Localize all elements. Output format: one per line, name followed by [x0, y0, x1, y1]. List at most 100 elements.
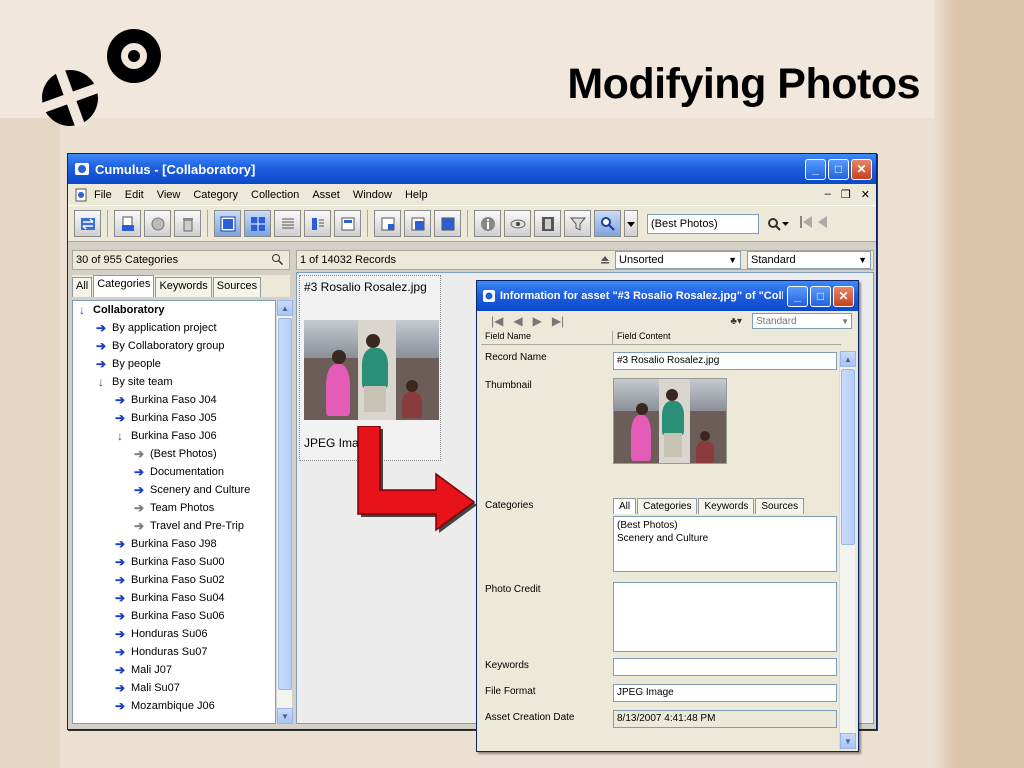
last-record-icon[interactable]: ▶| [552, 314, 564, 328]
find-icon[interactable] [594, 210, 621, 237]
tree-item[interactable]: ➔ Burkina Faso J05 [73, 409, 275, 427]
mdi-minimize-button[interactable]: – [825, 188, 831, 201]
saved-search-field[interactable]: (Best Photos) [647, 213, 759, 234]
connect-icon[interactable] [74, 210, 101, 237]
window-large-icon[interactable] [434, 210, 461, 237]
tree-item[interactable]: ➔ Scenery and Culture [73, 481, 275, 499]
window-medium-icon[interactable] [404, 210, 431, 237]
collapsed-arrow-icon[interactable]: ➔ [96, 357, 106, 371]
collapsed-arrow-icon[interactable]: ➔ [115, 537, 125, 551]
expanded-arrow-icon[interactable]: ↓ [115, 429, 125, 443]
dialog-scroll-down-button[interactable]: ▼ [840, 733, 856, 749]
tree-item[interactable]: ➔ Mali Su07 [73, 679, 275, 697]
menu-category[interactable]: Category [193, 189, 238, 201]
collapsed-arrow-icon[interactable]: ➔ [134, 501, 144, 515]
menu-collection[interactable]: Collection [251, 189, 299, 201]
tree-item[interactable]: ➔ (Best Photos) [73, 445, 275, 463]
tree-item[interactable]: ➔ Documentation [73, 463, 275, 481]
collapsed-arrow-icon[interactable]: ➔ [115, 699, 125, 713]
collapsed-arrow-icon[interactable]: ➔ [115, 411, 125, 425]
scroll-thumb[interactable] [278, 318, 292, 690]
category-entry[interactable]: (Best Photos) [617, 519, 833, 532]
menu-window[interactable]: Window [353, 189, 392, 201]
dialog-tab-keywords[interactable]: Keywords [698, 498, 755, 514]
collapsed-arrow-icon[interactable]: ➔ [115, 681, 125, 695]
categories-list[interactable]: (Best Photos) Scenery and Culture [613, 516, 837, 572]
expanded-arrow-icon[interactable]: ↓ [77, 303, 87, 317]
photo-credit-field[interactable] [613, 582, 837, 652]
keywords-field[interactable] [613, 658, 837, 676]
view-record-icon[interactable] [334, 210, 361, 237]
collapsed-arrow-icon[interactable]: ➔ [115, 663, 125, 677]
sort-direction-icon[interactable] [599, 253, 611, 268]
expanded-arrow-icon[interactable]: ↓ [96, 375, 106, 389]
tree-item[interactable]: ➔ Burkina Faso Su04 [73, 589, 275, 607]
menu-edit[interactable]: Edit [125, 189, 144, 201]
category-search-icon[interactable] [271, 253, 285, 268]
trash-icon[interactable] [174, 210, 201, 237]
tree-item[interactable]: ➔ Burkina Faso Su06 [73, 607, 275, 625]
view-split-icon[interactable] [244, 210, 271, 237]
collapsed-arrow-icon[interactable]: ➔ [115, 627, 125, 641]
film-icon[interactable] [534, 210, 561, 237]
scroll-down-button[interactable]: ▼ [277, 708, 293, 724]
first-record-icon[interactable] [799, 213, 813, 234]
info-icon[interactable] [474, 210, 501, 237]
first-record-icon[interactable]: |◀ [491, 314, 503, 328]
tree-item[interactable]: ➔ Team Photos [73, 499, 275, 517]
tree-item[interactable]: ➔ Honduras Su07 [73, 643, 275, 661]
find-dropdown-icon[interactable] [624, 210, 638, 237]
tab-keywords[interactable]: Keywords [155, 277, 212, 297]
print-icon[interactable] [114, 210, 141, 237]
tree-item[interactable]: ➔ Burkina Faso J98 [73, 535, 275, 553]
category-entry[interactable]: Scenery and Culture [617, 532, 833, 545]
user-icon[interactable]: ♣▾ [730, 316, 742, 327]
dialog-tab-all[interactable]: All [613, 498, 637, 514]
collapsed-arrow-icon[interactable]: ➔ [115, 555, 125, 569]
tree-item[interactable]: ➔ By application project [73, 319, 275, 337]
collapsed-arrow-icon[interactable]: ➔ [115, 591, 125, 605]
collapsed-arrow-icon[interactable]: ➔ [134, 447, 144, 461]
menu-view[interactable]: View [157, 189, 181, 201]
dialog-scrollbar[interactable]: ▲ ▼ [839, 351, 856, 749]
tree-item[interactable]: ➔ Mozambique J06 [73, 697, 275, 715]
prev-record-icon[interactable]: ◀ [513, 314, 522, 328]
asset-thumbnail[interactable] [304, 320, 439, 420]
maximize-button[interactable]: □ [828, 158, 849, 180]
tree-item[interactable]: ➔ Burkina Faso J04 [73, 391, 275, 409]
dialog-tab-sources[interactable]: Sources [755, 498, 805, 514]
view-list-icon[interactable] [274, 210, 301, 237]
dialog-minimize-button[interactable]: _ [787, 285, 808, 307]
filter-icon[interactable] [564, 210, 591, 237]
eye-icon[interactable] [504, 210, 531, 237]
menu-help[interactable]: Help [405, 189, 428, 201]
dialog-view-select[interactable]: Standard ▼ [752, 313, 852, 329]
file-format-field[interactable]: JPEG Image [613, 684, 837, 702]
menu-asset[interactable]: Asset [312, 189, 340, 201]
minimize-button[interactable]: _ [805, 158, 826, 180]
tab-all[interactable]: All [72, 277, 93, 297]
view-columns-icon[interactable] [304, 210, 331, 237]
collapsed-arrow-icon[interactable]: ➔ [134, 483, 144, 497]
tree-item[interactable]: ➔ Mali J07 [73, 661, 275, 679]
tree-item[interactable]: ➔ Travel and Pre-Trip [73, 517, 275, 535]
mdi-restore-button[interactable]: ❐ [841, 188, 851, 201]
collapsed-arrow-icon[interactable]: ➔ [115, 645, 125, 659]
scroll-up-button[interactable]: ▲ [277, 300, 293, 316]
collapsed-arrow-icon[interactable]: ➔ [134, 519, 144, 533]
menu-file[interactable]: File [94, 189, 112, 201]
view-select[interactable]: Standard ▼ [747, 251, 871, 269]
tree-scrollbar[interactable]: ▲ ▼ [276, 300, 293, 724]
collapsed-arrow-icon[interactable]: ➔ [115, 573, 125, 587]
tree-item[interactable]: ↓ Burkina Faso J06 [73, 427, 275, 445]
window-titlebar[interactable]: Cumulus - [Collaboratory] _ □ ✕ [68, 154, 876, 184]
dialog-scroll-up-button[interactable]: ▲ [840, 351, 856, 367]
mdi-close-button[interactable]: ✕ [861, 188, 870, 201]
dialog-tab-categories[interactable]: Categories [637, 498, 698, 514]
tree-item[interactable]: ➔ By people [73, 355, 275, 373]
tree-item[interactable]: ➔ By Collaboratory group [73, 337, 275, 355]
collapsed-arrow-icon[interactable]: ➔ [96, 321, 106, 335]
search-dropdown-icon[interactable] [766, 216, 790, 232]
next-record-icon[interactable]: ▶ [533, 314, 542, 328]
tab-sources[interactable]: Sources [212, 277, 262, 297]
